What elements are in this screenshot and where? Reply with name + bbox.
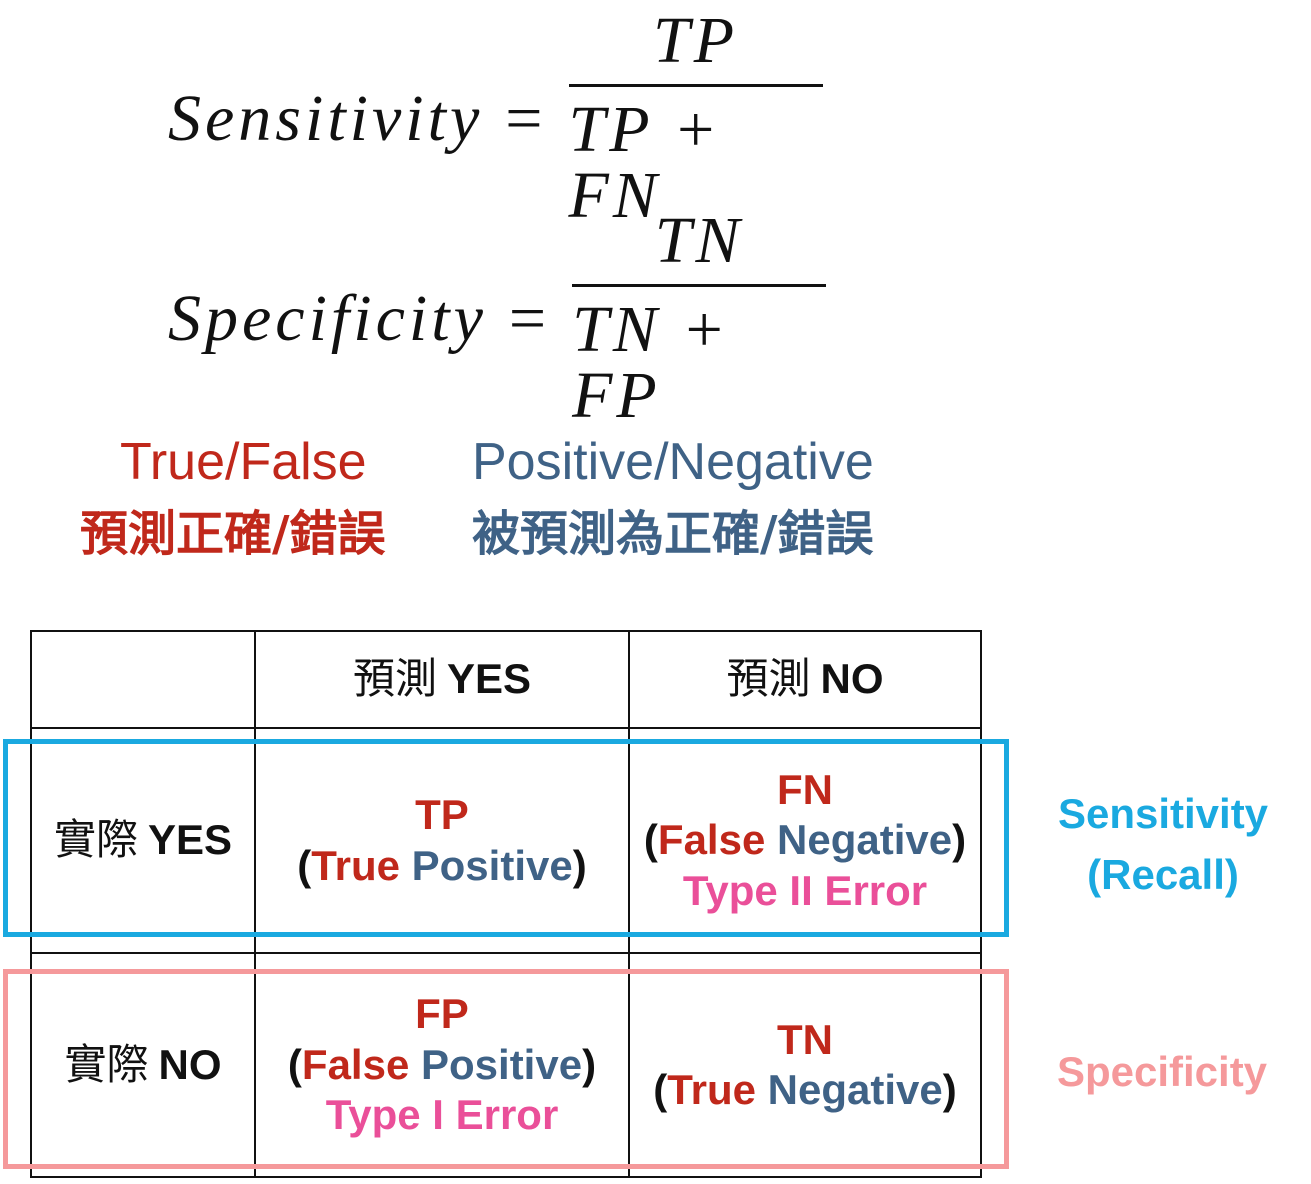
specificity-formula: Specificity = TN TN + FP <box>168 204 827 432</box>
specificity-denominator: TN + FP <box>572 293 730 432</box>
specificity-formula-lhs: Specificity <box>168 281 487 355</box>
specificity-row-highlight <box>3 969 1009 1169</box>
sensitivity-formula-lhs: Sensitivity <box>168 81 484 155</box>
legend-positive-negative-zh: 被預測為正確/錯誤 <box>472 506 874 562</box>
equals-sign: = <box>508 281 547 355</box>
legend-true-false-en: True/False <box>120 433 367 491</box>
sensitivity-side-label-line2: (Recall) <box>1087 850 1239 898</box>
legend-positive-negative: Positive/Negative 被預測為正確/錯誤 <box>472 436 874 558</box>
col-header-zh: 預測 <box>352 654 437 704</box>
equals-sign: = <box>505 81 543 155</box>
specificity-numerator: TN <box>654 204 744 277</box>
grid-line <box>30 1176 982 1178</box>
col-header-predict-yes: 預測 YES <box>256 632 628 727</box>
sensitivity-fraction: TP TP + FN <box>568 4 823 229</box>
sensitivity-row-highlight <box>3 739 1009 937</box>
sensitivity-numerator: TP <box>652 4 739 77</box>
specificity-side-label-line1: Specificity <box>1056 1048 1268 1095</box>
specificity-fraction: TN TN + FP <box>572 204 827 432</box>
sensitivity-side-label-line1: Sensitivity <box>1057 790 1269 837</box>
sensitivity-formula: Sensitivity = TP TP + FN <box>168 8 823 229</box>
col-header-zh: 預測 <box>726 654 811 704</box>
legend-true-false: True/False 預測正確/錯誤 <box>80 436 386 558</box>
legend-true-false-zh: 預測正確/錯誤 <box>80 506 386 562</box>
legend-positive-negative-en: Positive/Negative <box>472 433 874 491</box>
col-header-en: YES <box>446 655 532 703</box>
specificity-side-label: Specificity <box>1046 1042 1278 1103</box>
sensitivity-side-label: Sensitivity (Recall) <box>1048 784 1278 906</box>
col-header-en: NO <box>820 655 884 703</box>
col-header-predict-no: 預測 NO <box>630 632 980 727</box>
